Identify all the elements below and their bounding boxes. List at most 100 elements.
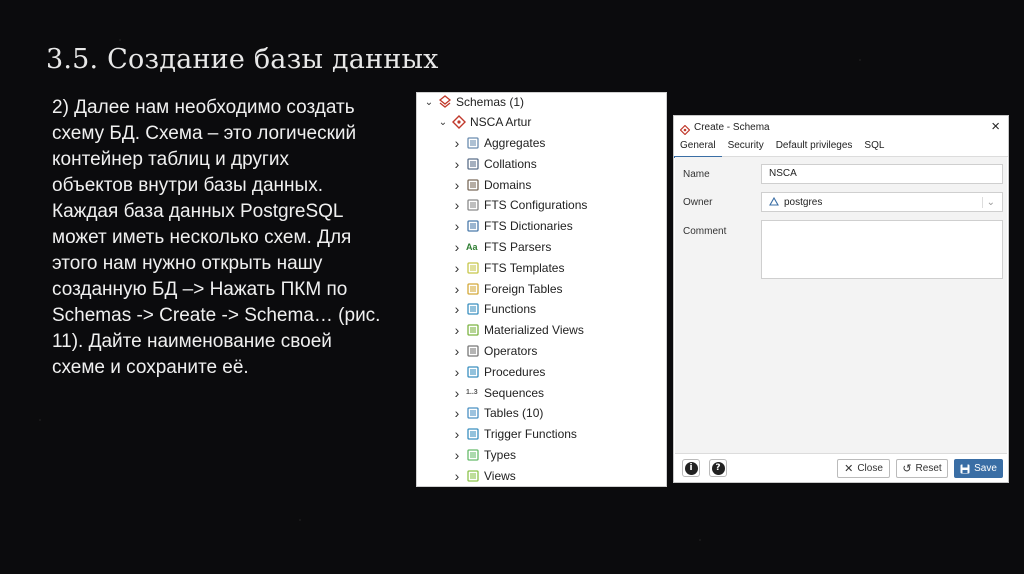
user-icon [769, 196, 779, 207]
tree-node-materialized-views[interactable]: › Materialized Views [451, 321, 584, 339]
body-line: Каждая база данных PostgreSQL [52, 201, 344, 222]
chevron-down-icon[interactable]: ⌄ [423, 97, 435, 108]
chevron-right-icon[interactable]: › [451, 468, 463, 484]
body-line: 2) Далее нам необходимо создать [52, 97, 355, 118]
fts-configurations-icon [466, 198, 480, 212]
tree-node-views[interactable]: › Views [451, 467, 516, 485]
info-icon: i [684, 461, 698, 475]
tree-node-schema[interactable]: ⌄ NSCA Artur [437, 113, 532, 131]
help-button[interactable]: ? [709, 459, 727, 477]
chevron-right-icon[interactable]: › [451, 426, 463, 442]
chevron-right-icon[interactable]: › [451, 343, 463, 359]
tree-node-label: NSCA Artur [470, 115, 532, 129]
collations-icon [466, 157, 480, 171]
tree-node-schemas[interactable]: ⌄ Schemas (1) [423, 93, 524, 111]
schema-icon [679, 122, 691, 136]
name-label: Name [683, 169, 710, 180]
tab-security[interactable]: Security [722, 138, 770, 156]
dialog-title: Create - Schema [694, 121, 770, 133]
info-button[interactable]: i [682, 459, 700, 477]
tree-node-label: Domains [484, 177, 532, 192]
close-icon[interactable]: × [991, 118, 1000, 135]
operators-icon [466, 344, 480, 358]
tree-node-label: Schemas (1) [456, 95, 525, 109]
tree-node-label: FTS Templates [484, 260, 565, 275]
chevron-down-icon[interactable]: ⌄ [981, 196, 995, 208]
chevron-right-icon[interactable]: › [451, 197, 463, 213]
fts-dictionaries-icon [466, 219, 480, 233]
name-input[interactable]: NSCA [761, 164, 1003, 184]
comment-textarea[interactable] [761, 220, 1003, 279]
body-line: объектов внутри базы данных. [52, 175, 323, 196]
domains-icon [466, 178, 480, 192]
chevron-right-icon[interactable]: › [451, 322, 463, 338]
tree-node-label: Materialized Views [484, 323, 584, 338]
chevron-right-icon[interactable]: › [451, 447, 463, 463]
chevron-right-icon[interactable]: › [451, 364, 463, 380]
save-button-label: Save [974, 463, 997, 474]
chevron-right-icon[interactable]: › [451, 177, 463, 193]
tree-node-sequences[interactable]: › 1..3 Sequences [451, 384, 544, 402]
chevron-right-icon[interactable]: › [451, 260, 463, 276]
tree-node-tables[interactable]: › Tables (10) [451, 404, 544, 422]
chevron-right-icon[interactable]: › [451, 156, 463, 172]
tree-node-label: Operators [484, 344, 538, 358]
tree-node-label: Aggregates [484, 136, 546, 150]
owner-value: postgres [784, 196, 823, 208]
slide-title: 3.5. Создание базы данных [46, 44, 439, 75]
tree-node-trigger-functions[interactable]: › Trigger Functions [451, 425, 577, 443]
chevron-right-icon[interactable]: › [451, 301, 463, 317]
close-button[interactable]: ✕ Close [837, 459, 890, 478]
body-line: 11). Дайте наименование своей [52, 331, 332, 352]
tab-general[interactable]: General [674, 138, 722, 158]
body-line: этого нам нужно открыть нашу [52, 253, 323, 274]
body-line: схему БД. Схема – это логический [52, 123, 357, 144]
comment-label: Comment [683, 226, 727, 237]
chevron-right-icon[interactable]: › [451, 405, 463, 421]
owner-select[interactable]: postgres ⌄ [761, 192, 1003, 212]
tree-node-label: Foreign Tables [484, 281, 563, 296]
functions-icon [466, 302, 480, 316]
tree-node-domains[interactable]: › Domains [451, 176, 532, 194]
tree-node-label: FTS Parsers [484, 240, 552, 254]
save-button[interactable]: Save [954, 459, 1003, 478]
dialog-tabs: General Security Default privileges SQL [674, 138, 1008, 158]
save-icon [960, 464, 970, 474]
tree-node-types[interactable]: › Types [451, 446, 516, 464]
tree-node-procedures[interactable]: › Procedures [451, 363, 546, 381]
tree-node-fts-configurations[interactable]: › FTS Configurations [451, 196, 588, 214]
tree-node-label: Types [484, 448, 517, 462]
tree-node-label: FTS Configurations [484, 198, 588, 213]
tree-node-foreign-tables[interactable]: › Foreign Tables [451, 280, 563, 298]
chevron-right-icon[interactable]: › [451, 135, 463, 151]
tree-node-aggregates[interactable]: › Aggregates [451, 134, 546, 152]
tree-node-fts-dictionaries[interactable]: › FTS Dictionaries [451, 217, 573, 235]
slide-body-text: 2) Далее нам необходимо создать схему БД… [52, 95, 412, 381]
reset-button-label: Reset [915, 463, 942, 474]
tree-node-collations[interactable]: › Collations [451, 155, 537, 173]
tree-node-fts-templates[interactable]: › FTS Templates [451, 259, 565, 277]
tree-node-label: Views [484, 468, 516, 483]
procedures-icon [466, 365, 480, 379]
tree-node-fts-parsers[interactable]: › Aa FTS Parsers [451, 238, 552, 256]
tab-default-privileges[interactable]: Default privileges [770, 138, 859, 156]
chevron-right-icon[interactable]: › [451, 218, 463, 234]
body-line: Schemas -> Create -> Schema… (рис. [52, 305, 381, 326]
types-icon [466, 448, 480, 462]
tree-node-label: Collations [484, 156, 537, 171]
tree-node-label: Functions [484, 302, 537, 317]
general-form: Name NSCA Owner postgres ⌄ Comment [675, 157, 1007, 454]
chevron-down-icon[interactable]: ⌄ [437, 117, 449, 128]
chevron-right-icon[interactable]: › [451, 385, 463, 401]
fts-templates-icon [466, 261, 480, 275]
chevron-right-icon[interactable]: › [451, 239, 463, 255]
tree-node-label: Procedures [484, 364, 546, 379]
tree-node-functions[interactable]: › Functions [451, 300, 536, 318]
object-tree-panel: ⌄ Schemas (1) ⌄ NSCA Artur › Aggregates › C… [416, 92, 667, 487]
tree-node-operators[interactable]: › Operators [451, 342, 538, 360]
views-icon [466, 469, 480, 483]
reset-button[interactable]: ↺ Reset [896, 459, 948, 478]
tab-sql[interactable]: SQL [858, 138, 890, 156]
materialized-views-icon [466, 323, 480, 337]
chevron-right-icon[interactable]: › [451, 281, 463, 297]
